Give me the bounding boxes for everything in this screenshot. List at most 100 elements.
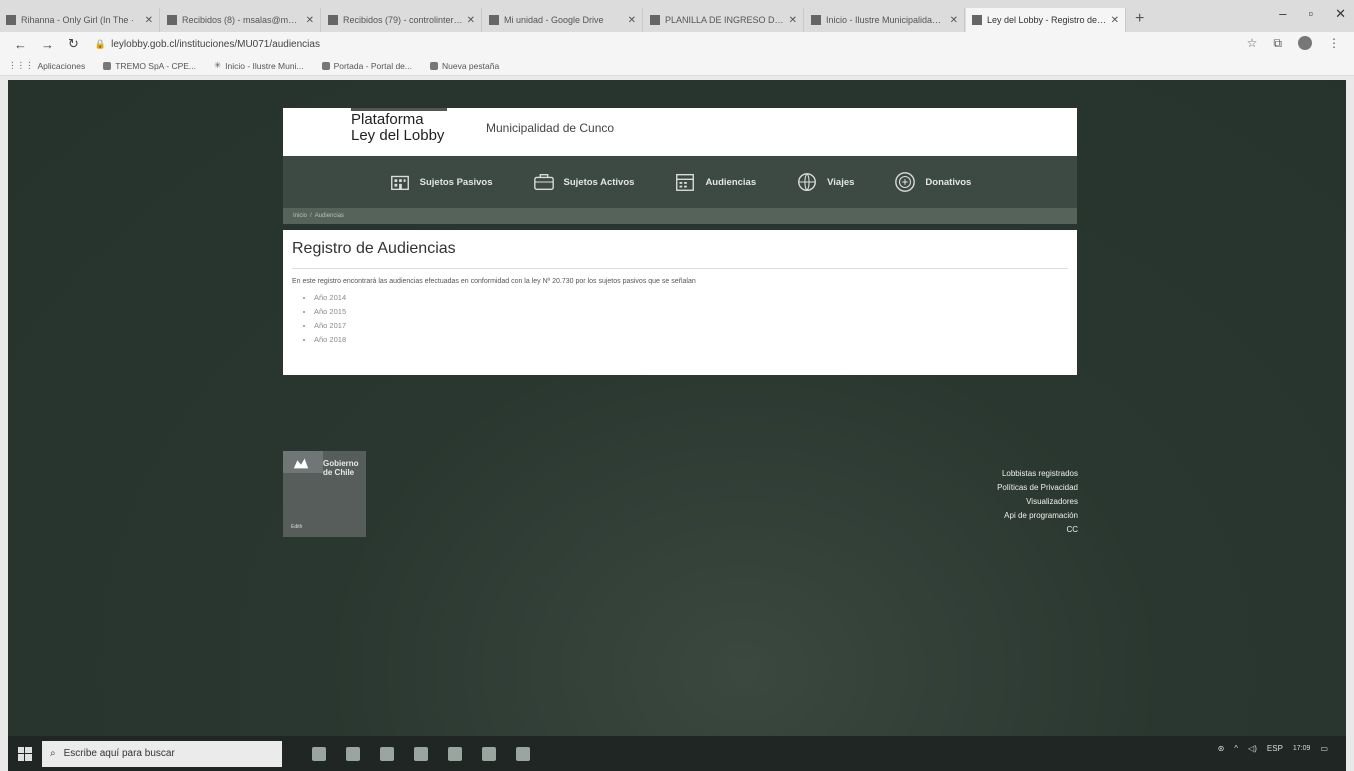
windows-taskbar: ⌕ Escribe aquí para buscar ⊛ ^ ◁) ESP 17… xyxy=(8,736,1346,771)
tab-favicon-icon xyxy=(972,15,982,25)
nav-item-audiencias[interactable]: Audiencias xyxy=(674,171,756,193)
browser-tab[interactable]: Recibidos (8) - msalas@munic ✕ xyxy=(161,8,321,32)
browser-tab[interactable]: PLANILLA DE INGRESO DOCUM✕ xyxy=(644,8,804,32)
bookmark-item[interactable]: ✳ Inicio - Ilustre Muni... xyxy=(214,60,304,71)
lock-icon: 🔒 xyxy=(94,38,107,49)
site-logo[interactable]: Plataforma Ley del Lobby xyxy=(351,112,444,144)
breadcrumb-current: Audiencias xyxy=(314,213,345,219)
nav-item-donativos[interactable]: Donativos xyxy=(894,171,971,193)
url-field[interactable]: 🔒 leylobby.gob.cl/instituciones/MU071/au… xyxy=(95,39,320,50)
footer-link-privacidad[interactable]: Políticas de Privacidad xyxy=(997,481,1078,495)
nav-item-viajes[interactable]: Viajes xyxy=(796,171,854,193)
network-icon[interactable]: ⊛ xyxy=(1218,744,1225,753)
close-icon[interactable]: ✕ xyxy=(145,15,153,26)
new-tab-button[interactable]: + xyxy=(1127,10,1152,32)
building-icon xyxy=(390,175,409,191)
globe-icon xyxy=(430,61,438,70)
store-icon[interactable] xyxy=(448,746,462,761)
portal-icon xyxy=(321,61,330,70)
close-icon[interactable]: ✕ xyxy=(628,15,636,26)
task-view-icon[interactable] xyxy=(312,746,326,761)
close-icon[interactable]: ✕ xyxy=(950,15,958,26)
address-bar: ← → ↻ 🔒 leylobby.gob.cl/instituciones/MU… xyxy=(0,32,1354,56)
footer-links: Lobbistas registrados Políticas de Priva… xyxy=(997,467,1078,537)
tab-favicon-icon xyxy=(811,15,821,25)
browser-tab-strip: Rihanna - Only Girl (In The · ✕ Recibidos… xyxy=(0,0,1354,32)
footer-link-visualizadores[interactable]: Visualizadores xyxy=(997,495,1078,509)
tab-favicon-icon xyxy=(6,15,16,25)
chevron-up-icon[interactable]: ^ xyxy=(1234,744,1238,753)
file-explorer-icon[interactable] xyxy=(346,746,360,761)
close-icon[interactable]: ✕ xyxy=(789,15,797,26)
chrome-icon[interactable] xyxy=(482,746,496,761)
main-nav: Sujetos Pasivos Sujetos Activos Audienci… xyxy=(283,156,1077,208)
extension-icon[interactable]: ⧉ xyxy=(1273,36,1282,51)
star-bookmark-icon[interactable]: ☆ xyxy=(1247,36,1258,51)
footer-link-api[interactable]: Api de programación xyxy=(997,509,1078,523)
system-tray: ⊛ ^ ◁) ESP 17:09 ▭ xyxy=(1218,744,1328,753)
clock[interactable]: 17:09 xyxy=(1293,744,1311,753)
tab-favicon-icon xyxy=(650,15,660,25)
more-menu-icon[interactable]: ⋮ xyxy=(1328,36,1340,51)
browser-tab[interactable]: Inicio - Ilustre Municipalidad de ✕ xyxy=(805,8,965,32)
back-icon[interactable]: ← xyxy=(14,37,27,52)
site-header: Plataforma Ley del Lobby Municipalidad d… xyxy=(283,108,1077,156)
tab-favicon-icon xyxy=(489,15,499,25)
maximize-icon[interactable]: ▫ xyxy=(1308,6,1313,22)
year-link-2015[interactable]: Año 2015 xyxy=(314,305,1068,319)
bookmark-item[interactable]: Portada - Portal de... xyxy=(321,61,412,71)
footer-link-cc[interactable]: CC xyxy=(997,523,1078,537)
content-panel: Registro de Audiencias En este registro … xyxy=(283,230,1077,375)
shield-emblem-icon xyxy=(293,458,309,469)
globe-icon xyxy=(798,173,817,191)
gift-icon xyxy=(895,172,916,192)
notifications-icon[interactable]: ▭ xyxy=(1320,744,1328,753)
intro-text: En este registro encontrará las audienci… xyxy=(292,278,696,285)
forward-icon[interactable]: → xyxy=(41,37,54,52)
firefox-icon[interactable] xyxy=(414,746,428,761)
institution-name: Municipalidad de Cunco xyxy=(486,121,615,135)
windows-start-icon[interactable] xyxy=(18,746,32,761)
volume-icon[interactable]: ◁) xyxy=(1248,744,1257,753)
browser-tab[interactable]: Rihanna - Only Girl (In The · ✕ xyxy=(0,8,160,32)
apps-grid-icon: ⋮⋮⋮ xyxy=(8,60,34,70)
page-viewport: Plataforma Ley del Lobby Municipalidad d… xyxy=(8,80,1346,736)
bookmarks-bar: ⋮⋮⋮ Aplicaciones TREMO SpA - CPE... ✳ Inic… xyxy=(0,56,1354,76)
logo-caption: Edith xyxy=(291,524,303,530)
edge-browser-icon[interactable] xyxy=(380,746,394,761)
tab-favicon-icon xyxy=(167,15,177,25)
close-icon[interactable]: ✕ xyxy=(306,15,314,26)
browser-tab-active[interactable]: Ley del Lobby - Registro de Au ✕ xyxy=(966,8,1126,32)
year-link-2014[interactable]: Año 2014 xyxy=(314,291,1068,305)
minimize-icon[interactable]: – xyxy=(1279,6,1286,22)
footer-link-lobbistas[interactable]: Lobbistas registrados xyxy=(997,467,1078,481)
year-link-2018[interactable]: Año 2018 xyxy=(314,333,1068,347)
word-icon[interactable] xyxy=(516,746,530,761)
search-icon: ⌕ xyxy=(50,748,56,759)
gobierno-de-chile-logo[interactable]: Gobierno de Chile Edith xyxy=(283,451,366,537)
briefcase-icon xyxy=(533,173,554,191)
nav-item-sujetos-pasivos[interactable]: Sujetos Pasivos xyxy=(389,171,493,193)
tab-favicon-icon xyxy=(328,15,338,25)
browser-toolbar-right: ☆ ⧉ ⋮ xyxy=(1247,36,1340,51)
browser-tab[interactable]: Mi unidad - Google Drive ✕ xyxy=(483,8,643,32)
bookmark-item[interactable]: TREMO SpA - CPE... xyxy=(103,61,196,71)
close-icon[interactable]: ✕ xyxy=(1111,15,1119,26)
profile-avatar[interactable] xyxy=(1298,36,1312,50)
calendar-icon xyxy=(676,173,695,191)
breadcrumb: Inicio / Audiencias xyxy=(283,208,1077,224)
browser-tab[interactable]: Recibidos (79) - controlinterno ✕ xyxy=(322,8,482,32)
breadcrumb-separator: / xyxy=(310,213,312,219)
year-link-2017[interactable]: Año 2017 xyxy=(314,319,1068,333)
taskbar-apps xyxy=(312,746,530,761)
close-icon[interactable]: ✕ xyxy=(467,15,475,26)
taskbar-search[interactable]: ⌕ Escribe aquí para buscar xyxy=(42,740,282,767)
nav-item-sujetos-activos[interactable]: Sujetos Activos xyxy=(533,171,634,193)
bookmark-item[interactable]: Nueva pestaña xyxy=(430,61,499,71)
globe-icon xyxy=(103,61,112,70)
language-indicator[interactable]: ESP xyxy=(1267,744,1283,753)
reload-icon[interactable]: ↻ xyxy=(68,36,79,52)
close-window-icon[interactable]: ✕ xyxy=(1335,6,1346,22)
bookmark-item[interactable]: ⋮⋮⋮ Aplicaciones xyxy=(8,60,85,71)
breadcrumb-link-inicio[interactable]: Inicio xyxy=(293,213,307,219)
